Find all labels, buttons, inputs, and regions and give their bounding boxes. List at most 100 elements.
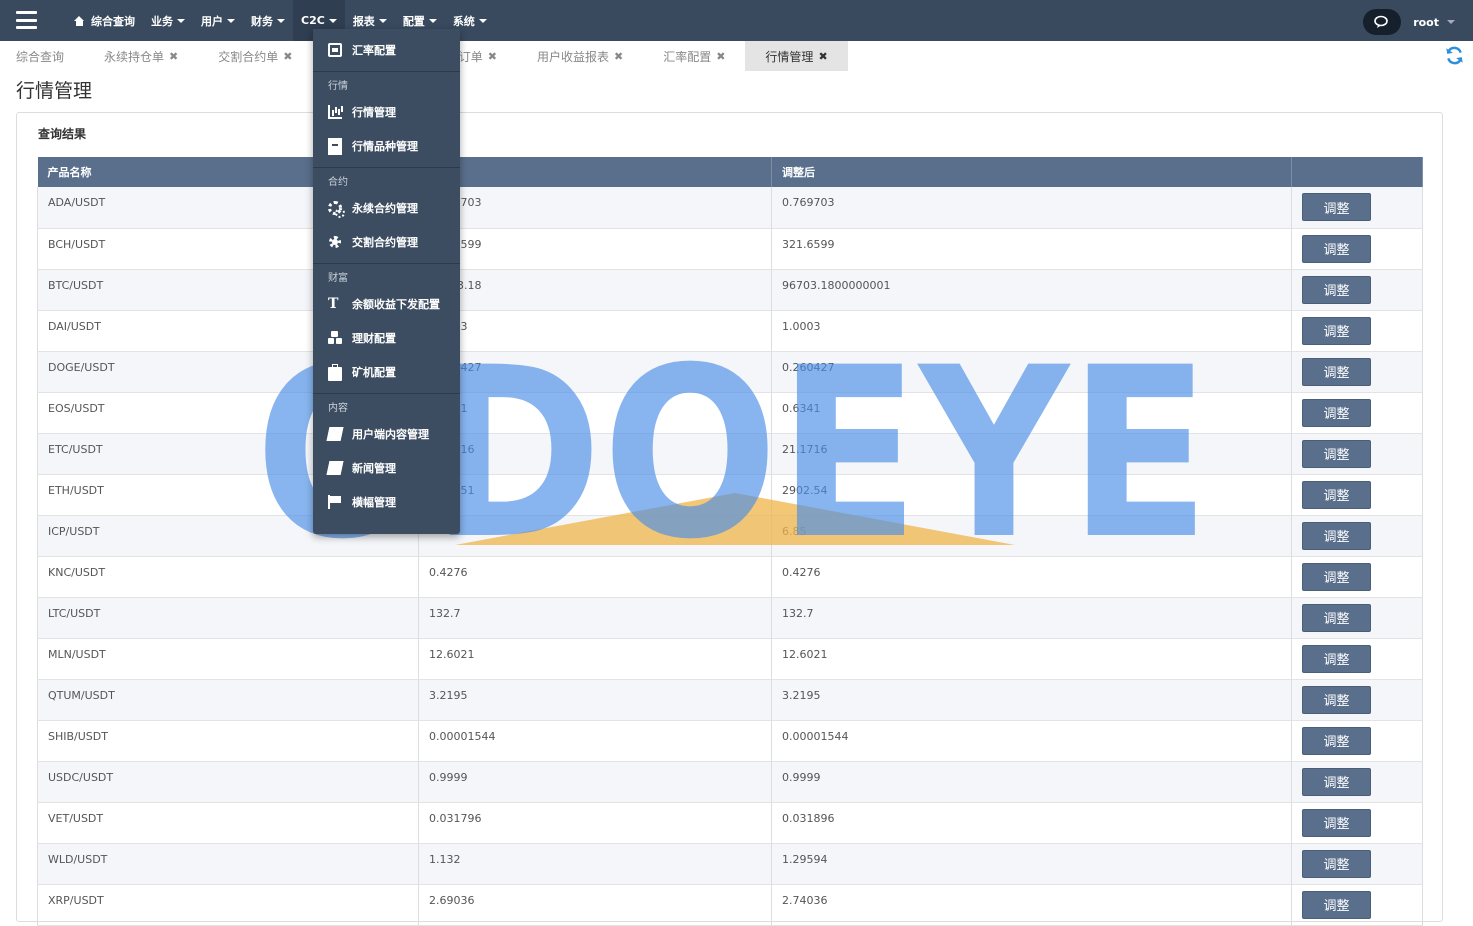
table-row: USDC/USDT 0.9999 0.9999 调整: [37, 761, 1423, 803]
table-row: ADA/USDT0.7697030.769703调整: [37, 187, 1423, 229]
adjust-button[interactable]: 调整: [1302, 398, 1371, 427]
adjust-button[interactable]: 调整: [1302, 603, 1371, 632]
menu-item[interactable]: 交割合约管理: [313, 225, 460, 259]
market-table: 产品名称 调整后 ADA/USDT0.7697030.769703调整BCH/U…: [37, 157, 1423, 926]
cell-adjusted: 0.6341: [771, 392, 1292, 434]
cell-current: 0.769703: [418, 187, 772, 229]
cell-action: 调整: [1291, 228, 1423, 270]
panel-title: 查询结果: [38, 127, 87, 141]
close-icon[interactable]: ✖: [488, 50, 497, 63]
cell-current: 1.132: [418, 843, 772, 885]
user-area: root: [1363, 9, 1455, 35]
table-row: WLD/USDT 1.132 1.29594 调整: [37, 843, 1423, 885]
cell-current: 0.031796: [418, 802, 772, 844]
adjust-button[interactable]: 调整: [1302, 685, 1371, 714]
tab-label: 用户收益报表: [536, 49, 609, 64]
close-icon[interactable]: ✖: [716, 50, 725, 63]
adjust-button[interactable]: 调整: [1302, 808, 1371, 837]
cell-action: 调整: [1291, 187, 1423, 229]
adjust-button[interactable]: 调整: [1302, 275, 1371, 304]
chevron-down-icon: [1447, 20, 1455, 24]
caret-down-icon: [328, 18, 337, 23]
column-header: [1291, 157, 1423, 187]
cell-action: 调整: [1291, 638, 1423, 680]
cell-adjusted: 1.29594: [771, 843, 1292, 885]
table-row: LTC/USDT 132.7 132.7 调整: [37, 597, 1423, 639]
adjust-button[interactable]: 调整: [1302, 767, 1371, 796]
close-icon[interactable]: ✖: [169, 50, 178, 63]
menu-item[interactable]: 用户端内容管理: [313, 417, 460, 451]
tab-1[interactable]: 永续持仓单 ✖: [84, 41, 198, 71]
adjust-button[interactable]: 调整: [1302, 357, 1371, 386]
adjust-button[interactable]: 调整: [1302, 562, 1371, 591]
menu-item[interactable]: 行情品种管理: [313, 129, 460, 163]
caret-down-icon: [378, 18, 387, 23]
archive-icon: [328, 137, 342, 155]
menu-item[interactable]: 矿机配置: [313, 355, 460, 389]
caret-down-icon: [177, 18, 185, 23]
tab-7[interactable]: 行情管理 ✖: [745, 41, 848, 71]
tab-label: 行情管理: [765, 49, 814, 64]
nav-item-3[interactable]: 财务: [243, 0, 293, 41]
table-row: BTC/USDT96703.1896703.1800000001调整: [37, 269, 1423, 311]
cell-action: 调整: [1291, 433, 1423, 475]
menu-item[interactable]: 新闻管理: [313, 451, 460, 485]
tab-label: 永续持仓单: [104, 49, 165, 64]
cell-adjusted: 0.769703: [771, 187, 1292, 229]
adjust-button[interactable]: 调整: [1302, 234, 1371, 263]
adjust-button[interactable]: 调整: [1302, 890, 1371, 919]
menu-item[interactable]: 横幅管理: [313, 485, 460, 519]
close-icon[interactable]: ✖: [614, 50, 623, 63]
menu-item-label: 矿机配置: [352, 366, 396, 379]
table-row: XRP/USDT 2.69036 2.74036 调整: [37, 884, 1423, 926]
cell-adjusted: 96703.1800000001: [771, 269, 1292, 311]
tab-label: 综合查询: [16, 49, 65, 64]
nav-item-0[interactable]: 综合查询: [66, 0, 143, 41]
cell-name: KNC/USDT: [37, 556, 419, 598]
user-menu[interactable]: root: [1413, 16, 1455, 29]
adjust-button[interactable]: 调整: [1302, 316, 1371, 345]
close-icon[interactable]: ✖: [283, 50, 292, 63]
adjust-button[interactable]: 调整: [1302, 439, 1371, 468]
cell-adjusted: 321.6599: [771, 228, 1292, 270]
gears-icon: [328, 201, 345, 218]
cell-name: MLN/USDT: [37, 638, 419, 680]
menu-item-label: 交割合约管理: [352, 236, 418, 249]
cell-current: 3.2195: [418, 679, 772, 721]
cell-adjusted: 0.9999: [771, 761, 1292, 803]
menu-item[interactable]: 汇率配置: [313, 33, 460, 67]
adjust-button[interactable]: 调整: [1302, 521, 1371, 550]
nav-item-2[interactable]: 用户: [193, 0, 243, 41]
book-icon: [326, 427, 344, 441]
chat-button[interactable]: [1363, 9, 1402, 35]
menu-item-label: 余额收益下发配置: [352, 298, 440, 311]
menu-section-header: 合约: [328, 177, 348, 188]
cell-current: 2.69036: [418, 884, 772, 926]
nav-item-1[interactable]: 业务: [143, 0, 193, 41]
cell-action: 调整: [1291, 802, 1423, 844]
adjust-button[interactable]: 调整: [1302, 644, 1371, 673]
adjust-button[interactable]: 调整: [1302, 193, 1371, 221]
cell-current: 1.0003: [418, 310, 772, 352]
hamburger-menu-icon[interactable]: [16, 11, 37, 29]
close-icon[interactable]: ✖: [818, 50, 827, 63]
adjust-button[interactable]: 调整: [1302, 480, 1371, 509]
tab-6[interactable]: 汇率配置 ✖: [643, 41, 745, 71]
cell-current: 0.260427: [418, 351, 772, 393]
cell-current: 12.6021: [418, 638, 772, 680]
menu-item[interactable]: 行情管理: [313, 95, 460, 129]
menu-item[interactable]: 永续合约管理: [313, 191, 460, 225]
menu-item[interactable]: T 余额收益下发配置: [313, 287, 460, 321]
adjust-button[interactable]: 调整: [1302, 726, 1371, 755]
cell-action: 调整: [1291, 761, 1423, 803]
tab-2[interactable]: 交割合约单 ✖: [198, 41, 312, 71]
tab-5[interactable]: 用户收益报表 ✖: [517, 41, 643, 71]
tab-0[interactable]: 综合查询: [0, 41, 84, 71]
table-row: ETC/USDT21.171621.1716调整: [37, 433, 1423, 475]
adjust-button[interactable]: 调整: [1302, 849, 1371, 878]
cell-adjusted: 0.4276: [771, 556, 1292, 598]
user-name: root: [1413, 15, 1439, 29]
menu-item[interactable]: 理财配置: [313, 321, 460, 355]
cell-adjusted: 2.74036: [771, 884, 1292, 926]
refresh-button[interactable]: [1445, 46, 1464, 69]
